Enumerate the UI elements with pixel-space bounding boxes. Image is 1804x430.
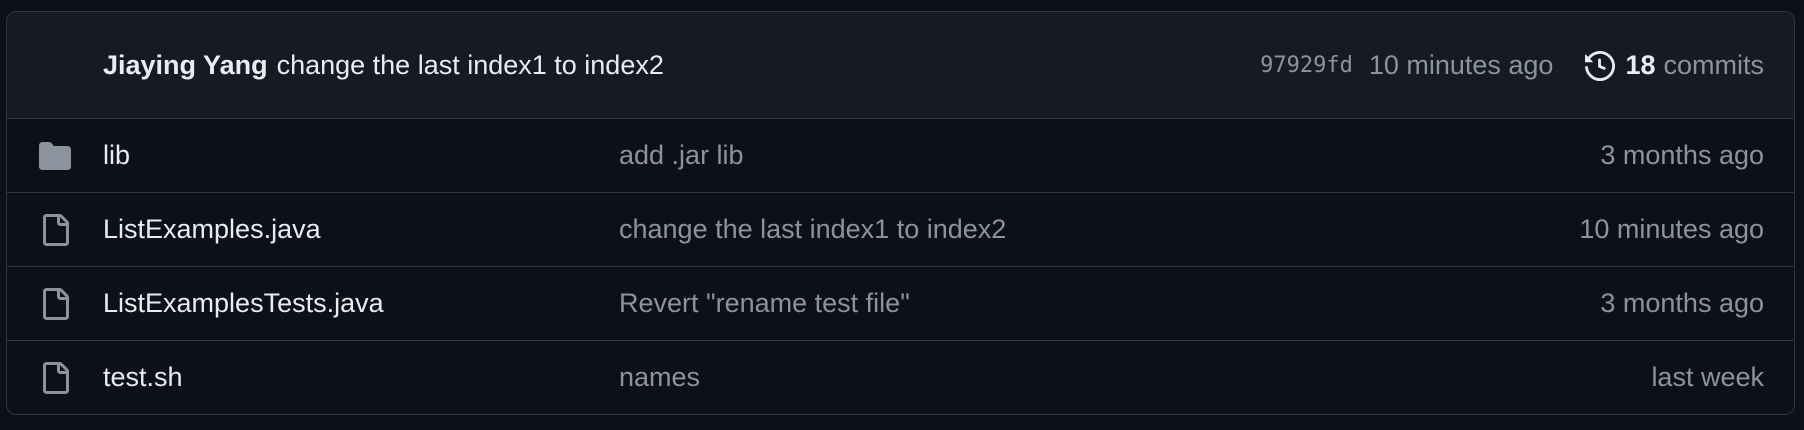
file-commit-message[interactable]: Revert "rename test file" bbox=[619, 267, 910, 340]
file-name[interactable]: test.sh bbox=[103, 341, 183, 414]
file-row-test-sh[interactable]: test.sh names last week bbox=[7, 341, 1794, 414]
file-commit-message[interactable]: change the last index1 to index2 bbox=[619, 193, 1006, 266]
commit-time: 10 minutes ago bbox=[1368, 50, 1554, 80]
latest-commit-meta: 97929fd 10 minutes ago 18 commits bbox=[1260, 12, 1764, 119]
history-icon bbox=[1585, 50, 1616, 81]
commit-message[interactable]: change the last index1 to index2 bbox=[277, 50, 664, 81]
file-row-listexamples[interactable]: ListExamples.java change the last index1… bbox=[7, 193, 1794, 267]
file-commit-message[interactable]: add .jar lib bbox=[619, 119, 744, 192]
file-age: 10 minutes ago bbox=[1579, 214, 1764, 244]
file-age: 3 months ago bbox=[1600, 288, 1764, 318]
commits-label: commits bbox=[1663, 50, 1765, 80]
file-name[interactable]: ListExamples.java bbox=[103, 193, 321, 266]
file-age: 3 months ago bbox=[1600, 140, 1764, 170]
file-icon bbox=[39, 267, 71, 340]
latest-commit-header: Jiaying Yang change the last index1 to i… bbox=[7, 12, 1794, 119]
commit-author[interactable]: Jiaying Yang bbox=[103, 50, 268, 81]
latest-commit-info: Jiaying Yang change the last index1 to i… bbox=[103, 12, 664, 119]
file-row-listexamplestests[interactable]: ListExamplesTests.java Revert "rename te… bbox=[7, 267, 1794, 341]
commits-history-link[interactable]: 18 commits bbox=[1585, 50, 1764, 81]
folder-icon bbox=[39, 119, 71, 192]
commits-count: 18 bbox=[1625, 50, 1656, 80]
file-age: last week bbox=[1651, 362, 1764, 392]
file-name[interactable]: lib bbox=[103, 119, 130, 192]
file-row-lib[interactable]: lib add .jar lib 3 months ago bbox=[7, 119, 1794, 193]
file-commit-message[interactable]: names bbox=[619, 341, 700, 414]
commit-sha[interactable]: 97929fd bbox=[1260, 53, 1353, 78]
file-icon bbox=[39, 193, 71, 266]
file-name[interactable]: ListExamplesTests.java bbox=[103, 267, 384, 340]
file-icon bbox=[39, 341, 71, 414]
file-browser-box: Jiaying Yang change the last index1 to i… bbox=[6, 11, 1795, 415]
